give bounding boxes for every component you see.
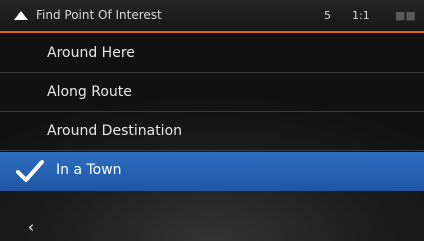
option-in-a-town-selected[interactable]: In a Town	[0, 152, 424, 191]
page-title: Find Point Of Interest	[36, 8, 162, 22]
battery-icon: ■■	[395, 9, 416, 22]
option-label: Around Destination	[47, 123, 183, 139]
chevron-left-icon: ‹	[28, 218, 34, 236]
option-around-destination[interactable]: Around Destination	[0, 113, 424, 151]
status-time: 1:1	[352, 9, 370, 22]
option-along-route[interactable]: Along Route	[0, 74, 424, 112]
option-label: Around Here	[47, 45, 135, 61]
triangle-up-icon[interactable]	[14, 11, 28, 20]
status-indicator: 5	[324, 9, 331, 22]
back-button[interactable]: ‹	[0, 210, 60, 241]
checkmark-icon	[16, 160, 44, 182]
option-around-here[interactable]: Around Here	[0, 35, 424, 73]
option-label: In a Town	[56, 162, 122, 178]
option-label: Along Route	[47, 84, 132, 100]
screen: Find Point Of Interest 5 1:1 ■■ Around H…	[0, 0, 424, 241]
header-bar: Find Point Of Interest 5 1:1 ■■	[0, 0, 424, 33]
